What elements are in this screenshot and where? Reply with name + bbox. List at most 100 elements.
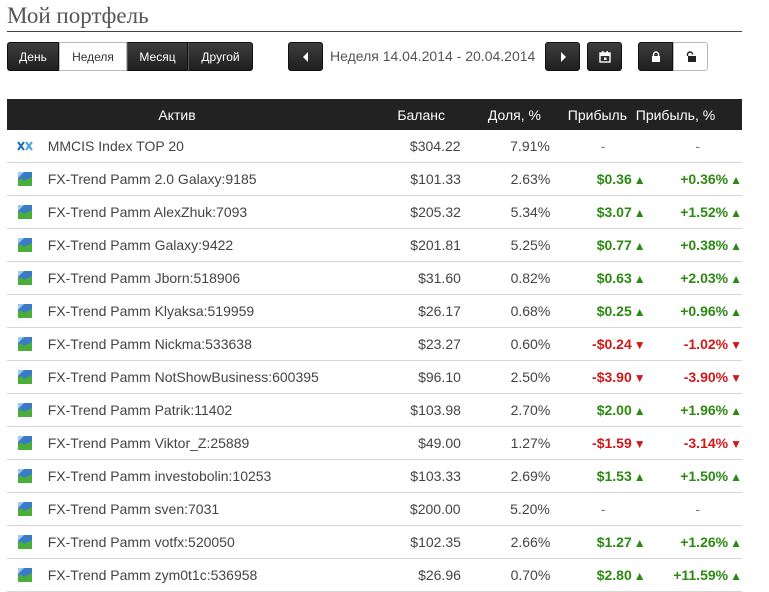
header-share[interactable]: Доля, % [445,107,541,123]
arrow-up-icon: ▲ [633,404,646,418]
profit-pct-cell-value: -3.90% [683,369,729,385]
profit-cell-value: $1.27 [596,534,632,550]
profit-cell-value: -$1.59 [592,435,632,451]
profit-cell-value: $0.36 [596,171,632,187]
profit-pct-cell: +1.26% ▲ [646,534,742,550]
arrow-down-icon: ▼ [730,338,742,352]
profit-cell-value: -$0.24 [592,336,632,352]
share-cell: 0.60% [510,336,551,352]
balance-cell: $26.96 [418,567,461,583]
header-profit[interactable]: Прибыль [541,107,627,123]
asset-name: FX-Trend Pamm sven:7031 [47,501,220,517]
table-row[interactable]: FX-Trend Pamm Klyaksa:519959 $26.17 0.68% $… [7,295,742,328]
profit-pct-cell: -3.90% ▼ [646,369,742,385]
balance-cell: $23.27 [418,336,461,352]
arrow-up-icon: ▲ [730,404,742,418]
balance-cell: $205.32 [410,204,461,220]
arrow-up-icon: ▲ [633,272,646,286]
arrow-up-icon: ▲ [730,239,742,253]
balance-cell: $102.35 [410,534,461,550]
balance-cell: $103.98 [410,402,461,418]
share-cell: 7.91% [510,138,550,154]
asset-name: MMCIS Index TOP 20 [47,138,184,154]
table-body: MMCIS Index TOP 20 $304.22 7.91% - - FX-Trend… [7,130,742,592]
profit-pct-cell: -1.02% ▼ [646,336,742,352]
profit-pct-cell: +0.36% ▲ [646,171,742,187]
fx-trend-icon [17,370,32,384]
calendar-button[interactable] [587,42,622,71]
next-period-button[interactable] [545,42,580,71]
profit-cell: $0.36 ▲ [550,171,646,187]
table-row[interactable]: MMCIS Index TOP 20 $304.22 7.91% - - [7,130,742,163]
profit-cell: $0.77 ▲ [550,237,646,253]
table-row[interactable]: FX-Trend Pamm Galaxy:9422 $201.81 5.25% $0.… [7,229,742,262]
header-profit-pct[interactable]: Прибыль, % [627,107,724,123]
profit-pct-cell: +1.96% ▲ [646,402,742,418]
profit-pct-cell-value: -1.02% [683,336,729,352]
title-divider [7,31,742,32]
balance-cell: $201.81 [410,237,461,253]
profit-pct-cell-value: - [695,501,700,517]
unlock-button[interactable] [673,42,708,71]
profit-cell-value: $1.53 [596,468,632,484]
period-label: Неделя 14.04.2014 - 20.04.2014 [330,48,536,64]
asset-name: FX-Trend Pamm Galaxy:9422 [47,237,234,253]
share-cell: 2.69% [510,468,551,484]
arrow-up-icon: ▲ [730,272,742,286]
share-cell: 2.70% [510,402,551,418]
arrow-up-icon: ▲ [633,470,646,484]
tab-day[interactable]: День [7,42,59,71]
fx-trend-icon [17,469,32,483]
table-row[interactable]: FX-Trend Pamm NotShowBusiness:600395 $96.… [7,361,742,394]
fx-trend-icon [17,502,32,516]
profit-pct-cell: - [645,501,742,517]
table-row[interactable]: FX-Trend Pamm sven:7031 $200.00 5.20% - - [7,493,742,526]
arrow-up-icon: ▲ [730,206,742,220]
profit-pct-cell-value: +1.26% [680,534,729,550]
prev-period-button[interactable] [288,42,323,71]
table-row[interactable]: FX-Trend Pamm 2.0 Galaxy:9185 $101.33 2.63… [7,163,742,196]
fx-trend-icon [17,172,32,186]
fx-trend-icon [17,568,32,582]
arrow-down-icon: ▼ [633,437,646,451]
profit-pct-cell: +0.96% ▲ [646,303,742,319]
table-row[interactable]: FX-Trend Pamm Patrik:11402 $103.98 2.70% $2… [7,394,742,427]
lock-button[interactable] [638,42,673,71]
table-row[interactable]: FX-Trend Pamm zym0t1c:536958 $26.96 0.70% $… [7,559,742,592]
arrow-up-icon: ▲ [633,206,646,220]
profit-pct-cell-value: -3.14% [683,435,729,451]
table-row[interactable]: FX-Trend Pamm Nickma:533638 $23.27 0.60% -$… [7,328,742,361]
profit-pct-cell-value: +11.59% [673,567,729,583]
table-row[interactable]: FX-Trend Pamm votfx:520050 $102.35 2.66% $1… [7,526,742,559]
share-cell: 2.63% [510,171,551,187]
table-row[interactable]: FX-Trend Pamm AlexZhuk:7093 $205.32 5.34% $… [7,196,742,229]
asset-name: FX-Trend Pamm Nickma:533638 [47,336,252,352]
profit-cell-value: $2.80 [596,567,632,583]
share-cell: 2.50% [510,369,551,385]
profit-pct-cell-value: +1.50% [680,468,729,484]
tab-custom[interactable]: Другой [188,42,253,71]
balance-cell: $26.17 [418,303,461,319]
arrow-up-icon: ▲ [633,305,646,319]
table-row[interactable]: FX-Trend Pamm Jborn:518906 $31.60 0.82% $0.… [7,262,742,295]
tab-week[interactable]: Неделя [59,42,127,71]
table-header: Актив Баланс Доля, % Прибыль Прибыль, % [7,99,742,130]
profit-cell-value: - [600,138,606,154]
profit-pct-cell-value: +1.52% [680,204,729,220]
profit-cell: $0.63 ▲ [550,270,646,286]
page-title: Мой портфель [7,3,149,28]
share-cell: 5.34% [510,204,551,220]
header-balance[interactable]: Баланс [347,107,445,123]
tab-month[interactable]: Месяц [127,42,188,71]
share-cell: 1.27% [510,435,551,451]
table-row[interactable]: FX-Trend Pamm Viktor_Z:25889 $49.00 1.27% -… [7,427,742,460]
profit-cell-value: $0.25 [596,303,632,319]
arrow-up-icon: ▲ [633,569,646,583]
profit-pct-cell-value: +2.03% [680,270,729,286]
profit-cell-value: $0.63 [596,270,632,286]
asset-name: FX-Trend Pamm Klyaksa:519959 [47,303,255,319]
profit-pct-cell: +11.59% ▲ [646,567,742,583]
arrow-up-icon: ▲ [730,569,742,583]
table-row[interactable]: FX-Trend Pamm investobolin:10253 $103.33 2… [7,460,742,493]
header-asset[interactable]: Актив [7,107,347,123]
